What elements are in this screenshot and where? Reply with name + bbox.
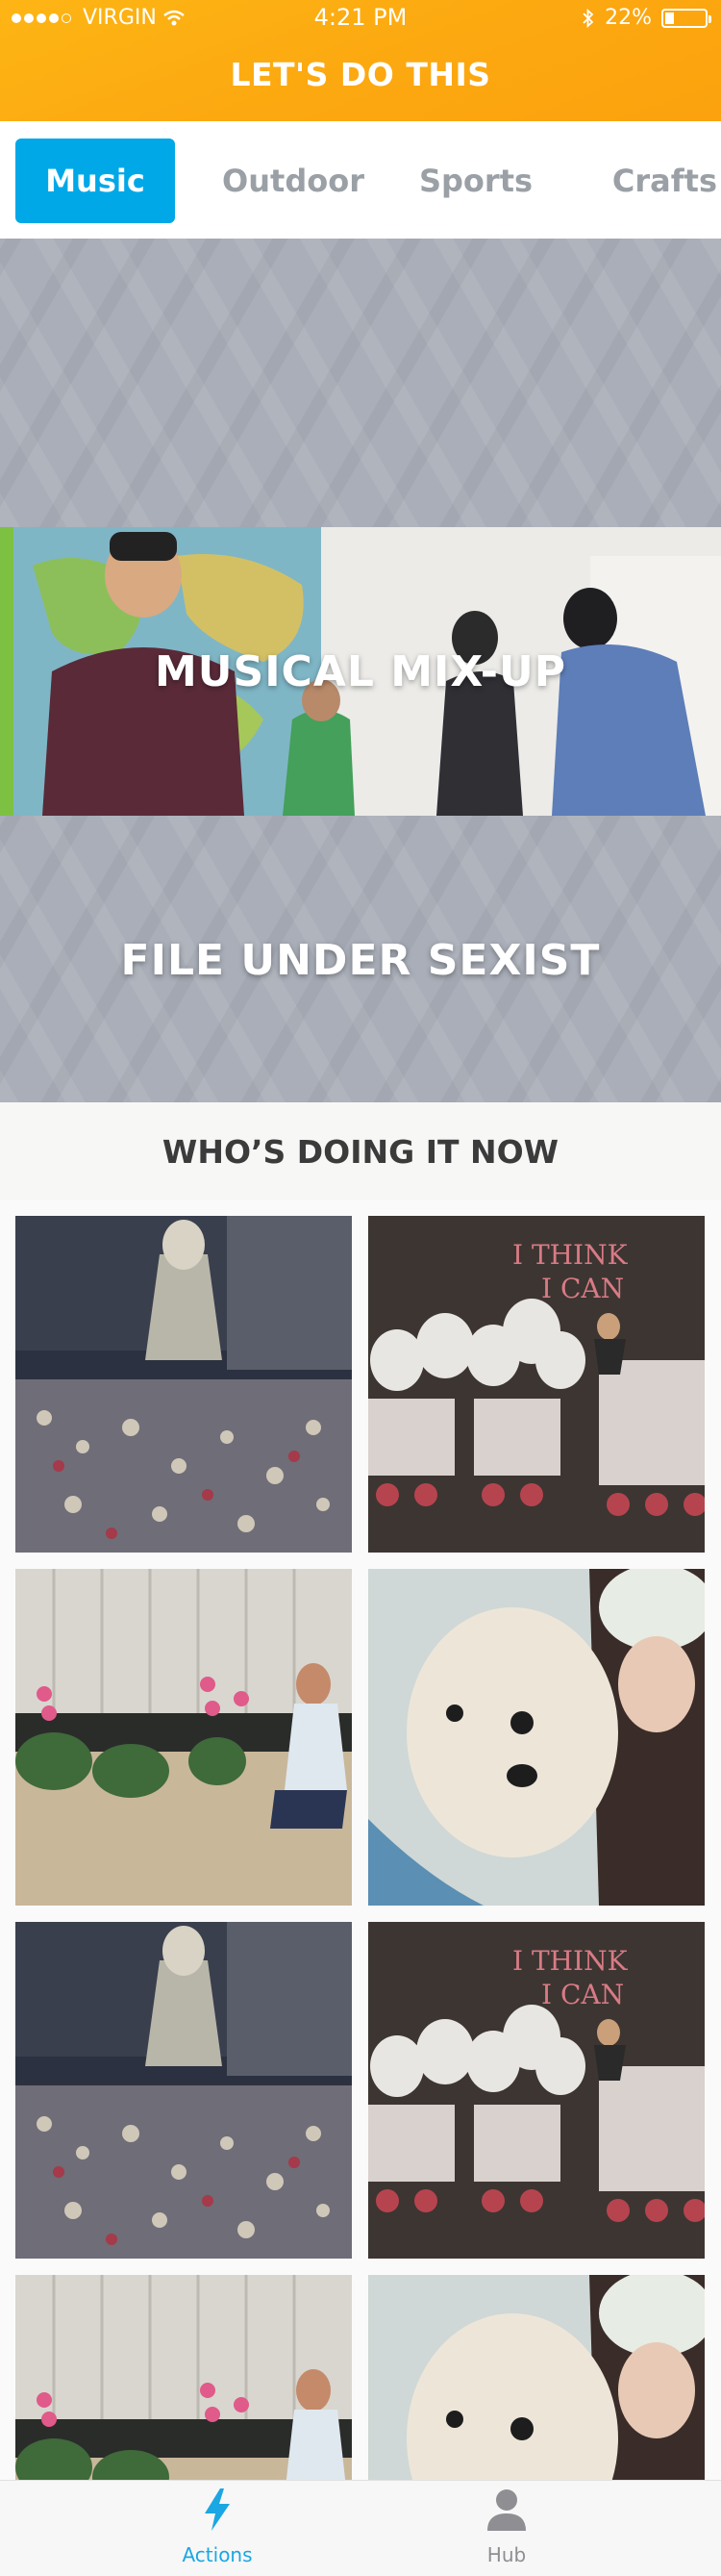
action-card-file-under-sexist[interactable]: FILE UNDER SEXIST [0, 816, 721, 1104]
photo-tile-think-i-can[interactable]: I THINK I CAN [368, 1922, 705, 2259]
category-tabs: Music Outdoor Sports Crafts [0, 121, 721, 239]
page-title: LET'S DO THIS [230, 56, 491, 93]
tab-bar-hub[interactable]: Hub [435, 2487, 579, 2566]
tab-label: Outdoor [222, 163, 364, 199]
lightning-icon [205, 2488, 230, 2531]
photo-tile-can-dress[interactable] [15, 1216, 352, 1553]
tab-outdoor[interactable]: Outdoor [213, 139, 373, 223]
section-title: WHO’S DOING IT NOW [0, 1102, 721, 1200]
photo-tile-garden[interactable] [15, 1569, 352, 1906]
app-header: VIRGIN 4:21 PM 22% LET'S DO THIS [0, 0, 721, 121]
tab-bar-label: Hub [486, 2543, 527, 2566]
tab-crafts[interactable]: Crafts [561, 139, 721, 223]
tab-music[interactable]: Music [15, 139, 175, 223]
battery-percent: 22% [605, 6, 652, 30]
svg-text:I CAN: I CAN [541, 1273, 624, 1304]
tab-bar-actions[interactable]: Actions [145, 2487, 289, 2566]
photo-tile-garden[interactable] [15, 2275, 352, 2480]
action-title [0, 239, 721, 527]
tab-label: Crafts [611, 163, 717, 199]
photo-image [15, 1216, 352, 1553]
battery-icon [661, 8, 711, 28]
photo-image [368, 2275, 705, 2480]
action-title: MUSICAL MIX-UP [154, 646, 566, 696]
photo-tile-dog-selfie[interactable] [368, 1569, 705, 1906]
svg-text:I THINK: I THINK [512, 1239, 629, 1271]
photo-tile-can-dress[interactable] [15, 1922, 352, 2259]
photo-image: I THINK I CAN [368, 1922, 705, 2259]
action-card-musical-mix-up[interactable]: MUSICAL MIX-UP [0, 527, 721, 816]
photo-image [15, 2275, 352, 2480]
bluetooth-icon [583, 8, 594, 28]
tab-bar-label: Actions [182, 2543, 253, 2566]
photo-tile-dog-selfie[interactable] [368, 2275, 705, 2480]
tab-label: Sports [418, 163, 534, 199]
photo-tile-think-i-can[interactable]: I THINK I CAN [368, 1216, 705, 1553]
tab-sports[interactable]: Sports [396, 139, 556, 223]
bottom-tab-bar: Actions Hub [0, 2480, 721, 2576]
photo-image [368, 1569, 705, 1906]
tab-label: Music [45, 163, 145, 199]
photo-image [15, 1569, 352, 1906]
action-title: FILE UNDER SEXIST [120, 935, 601, 985]
status-bar: VIRGIN 4:21 PM 22% [0, 0, 721, 38]
photo-grid: I THINK I CAN I THINK I CAN [0, 1200, 721, 2480]
photo-image [15, 1922, 352, 2259]
svg-text:I CAN: I CAN [541, 1979, 624, 2010]
person-icon [487, 2489, 526, 2531]
photo-image: I THINK I CAN [368, 1216, 705, 1553]
action-card[interactable] [0, 239, 721, 527]
svg-text:I THINK: I THINK [512, 1945, 629, 1977]
